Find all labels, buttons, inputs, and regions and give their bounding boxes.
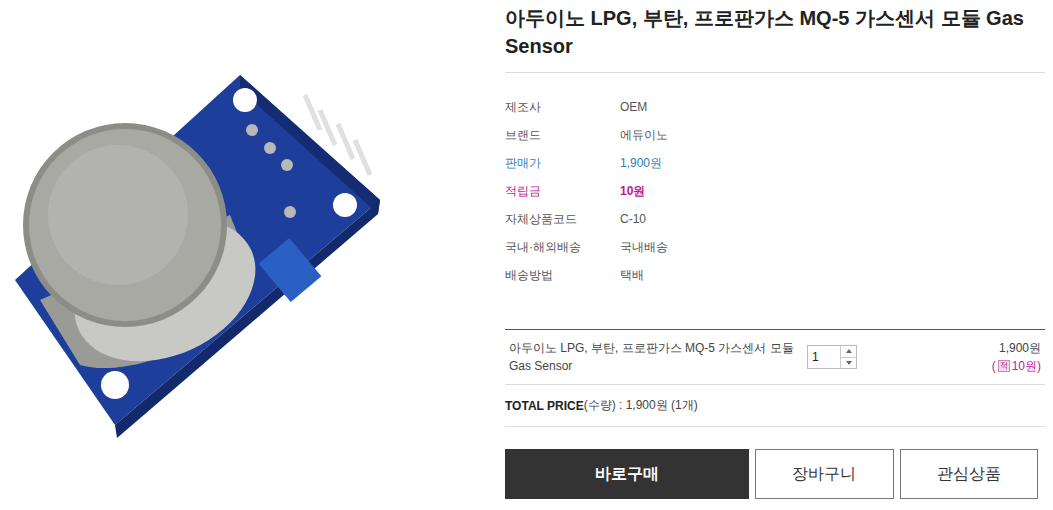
action-button[interactable]: 바로구매	[505, 449, 749, 499]
info-value: 국내배송	[620, 239, 1045, 256]
info-row: 국내·해외배송국내배송	[505, 233, 1045, 261]
info-row: 적립금10원	[505, 177, 1045, 205]
points-icon: 적	[998, 360, 1010, 372]
points-value: 10원)	[1012, 357, 1041, 375]
info-value: OEM	[620, 100, 1045, 114]
order-row: 아두이노 LPG, 부탄, 프로판가스 MQ-5 가스센서 모듈 Gas Sen…	[505, 329, 1045, 385]
total-detail: (수량) : 1,900원 (1개)	[584, 397, 698, 414]
info-row: 판매가1,900원	[505, 149, 1045, 177]
info-label: 국내·해외배송	[505, 239, 620, 256]
points-text: (적10원)	[992, 357, 1041, 375]
info-value: 에듀이노	[620, 127, 1045, 144]
quantity-spinner	[840, 346, 856, 368]
info-row: 제조사OEM	[505, 93, 1045, 121]
decrease-button[interactable]	[841, 358, 856, 369]
info-label: 브랜드	[505, 127, 620, 144]
info-row: 자체상품코드C-10	[505, 205, 1045, 233]
product-page: 아두이노 LPG, 부탄, 프로판가스 MQ-5 가스센서 모듈 Gas Sen…	[0, 0, 1053, 510]
info-label: 배송방법	[505, 267, 620, 284]
quantity-field[interactable]: 1	[807, 345, 857, 369]
order-name: 아두이노 LPG, 부탄, 프로판가스 MQ-5 가스센서 모듈 Gas Sen…	[509, 339, 807, 375]
product-image	[0, 0, 505, 510]
product-title: 아두이노 LPG, 부탄, 프로판가스 MQ-5 가스센서 모듈 Gas Sen…	[505, 4, 1045, 73]
info-value: 1,900원	[620, 155, 1045, 172]
info-row: 브랜드에듀이노	[505, 121, 1045, 149]
info-label: 제조사	[505, 99, 620, 116]
order-price: 1,900원(적10원)	[867, 339, 1041, 375]
button-row: 바로구매장바구니관심상품	[505, 449, 1038, 499]
down-arrow-icon	[846, 361, 852, 365]
info-label: 자체상품코드	[505, 211, 620, 228]
info-value: 택배	[620, 267, 1045, 284]
info-value: 10원	[620, 183, 1045, 200]
info-label: 적립금	[505, 183, 620, 200]
info-row: 배송방법택배	[505, 261, 1045, 289]
total-label: TOTAL PRICE	[505, 399, 584, 413]
info-list: 제조사OEM브랜드에듀이노판매가1,900원적립금10원자체상품코드C-10국내…	[505, 73, 1045, 329]
info-value: C-10	[620, 212, 1045, 226]
action-button[interactable]: 장바구니	[755, 449, 894, 499]
quantity-input[interactable]: 1	[808, 346, 840, 368]
product-photo	[0, 0, 500, 510]
info-label: 판매가	[505, 155, 620, 172]
up-arrow-icon	[846, 349, 852, 353]
increase-button[interactable]	[841, 346, 856, 358]
action-button[interactable]: 관심상품	[900, 449, 1039, 499]
total-row: TOTAL PRICE(수량) : 1,900원 (1개)	[505, 385, 1045, 427]
points-open: (	[992, 357, 996, 375]
price-text: 1,900원	[999, 339, 1041, 357]
product-detail: 아두이노 LPG, 부탄, 프로판가스 MQ-5 가스센서 모듈 Gas Sen…	[505, 0, 1045, 510]
